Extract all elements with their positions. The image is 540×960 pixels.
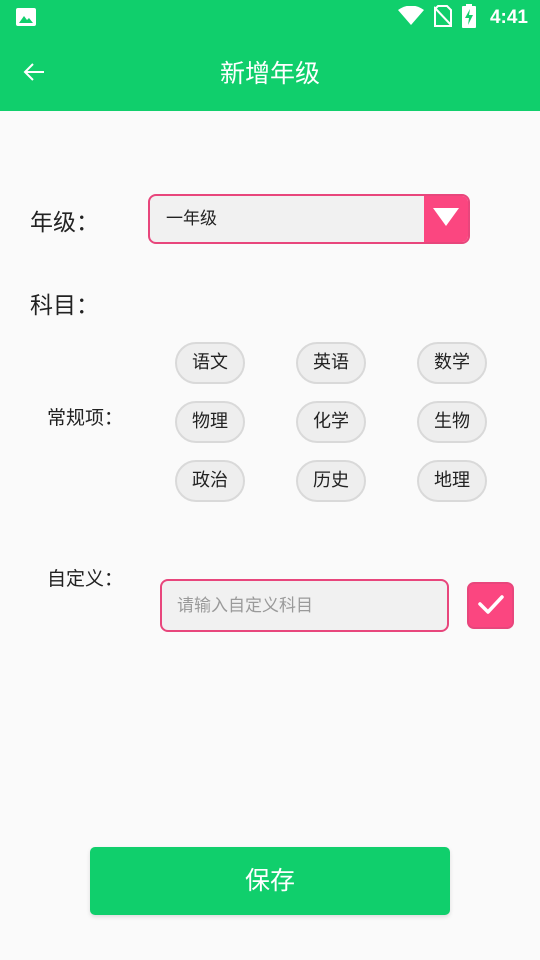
subject-chip-chinese[interactable]: 语文	[175, 342, 245, 384]
custom-subject-input[interactable]	[160, 579, 449, 632]
screen: 4:41 新增年级 年级： 一年级 科目： 常规项： 语文 英语 数学 物理 化…	[0, 0, 540, 960]
subject-chip-math[interactable]: 数学	[417, 342, 487, 384]
grade-label: 年级：	[30, 210, 99, 236]
save-button[interactable]: 保存	[90, 847, 450, 915]
subject-chip-geography[interactable]: 地理	[417, 460, 487, 502]
subject-label: 科目：	[30, 293, 99, 319]
subject-chip-english[interactable]: 英语	[296, 342, 366, 384]
subject-chip-biology[interactable]: 生物	[417, 401, 487, 443]
subject-chip-politics[interactable]: 政治	[175, 460, 245, 502]
subject-chip-history[interactable]: 历史	[296, 460, 366, 502]
regular-label: 常规项：	[47, 407, 124, 429]
status-time: 4:41	[489, 7, 528, 28]
status-icons: 4:41	[397, 4, 528, 32]
status-bar: 4:41	[0, 0, 540, 36]
grade-dropdown-button[interactable]	[424, 196, 468, 242]
image-icon	[16, 8, 36, 26]
wifi-icon	[397, 5, 424, 30]
grade-select[interactable]: 一年级	[148, 194, 470, 244]
confirm-custom-button[interactable]	[467, 582, 514, 629]
triangle-down-icon	[432, 207, 460, 231]
app-bar: 新增年级	[0, 36, 540, 111]
page-title: 新增年级	[219, 59, 320, 88]
custom-label: 自定义：	[47, 568, 124, 590]
grade-selected-value: 一年级	[166, 209, 217, 229]
checkmark-icon	[477, 593, 505, 619]
subject-chip-chemistry[interactable]: 化学	[296, 401, 366, 443]
subject-chip-physics[interactable]: 物理	[175, 401, 245, 443]
no-sim-icon	[433, 5, 453, 31]
battery-charging-icon	[461, 4, 476, 32]
